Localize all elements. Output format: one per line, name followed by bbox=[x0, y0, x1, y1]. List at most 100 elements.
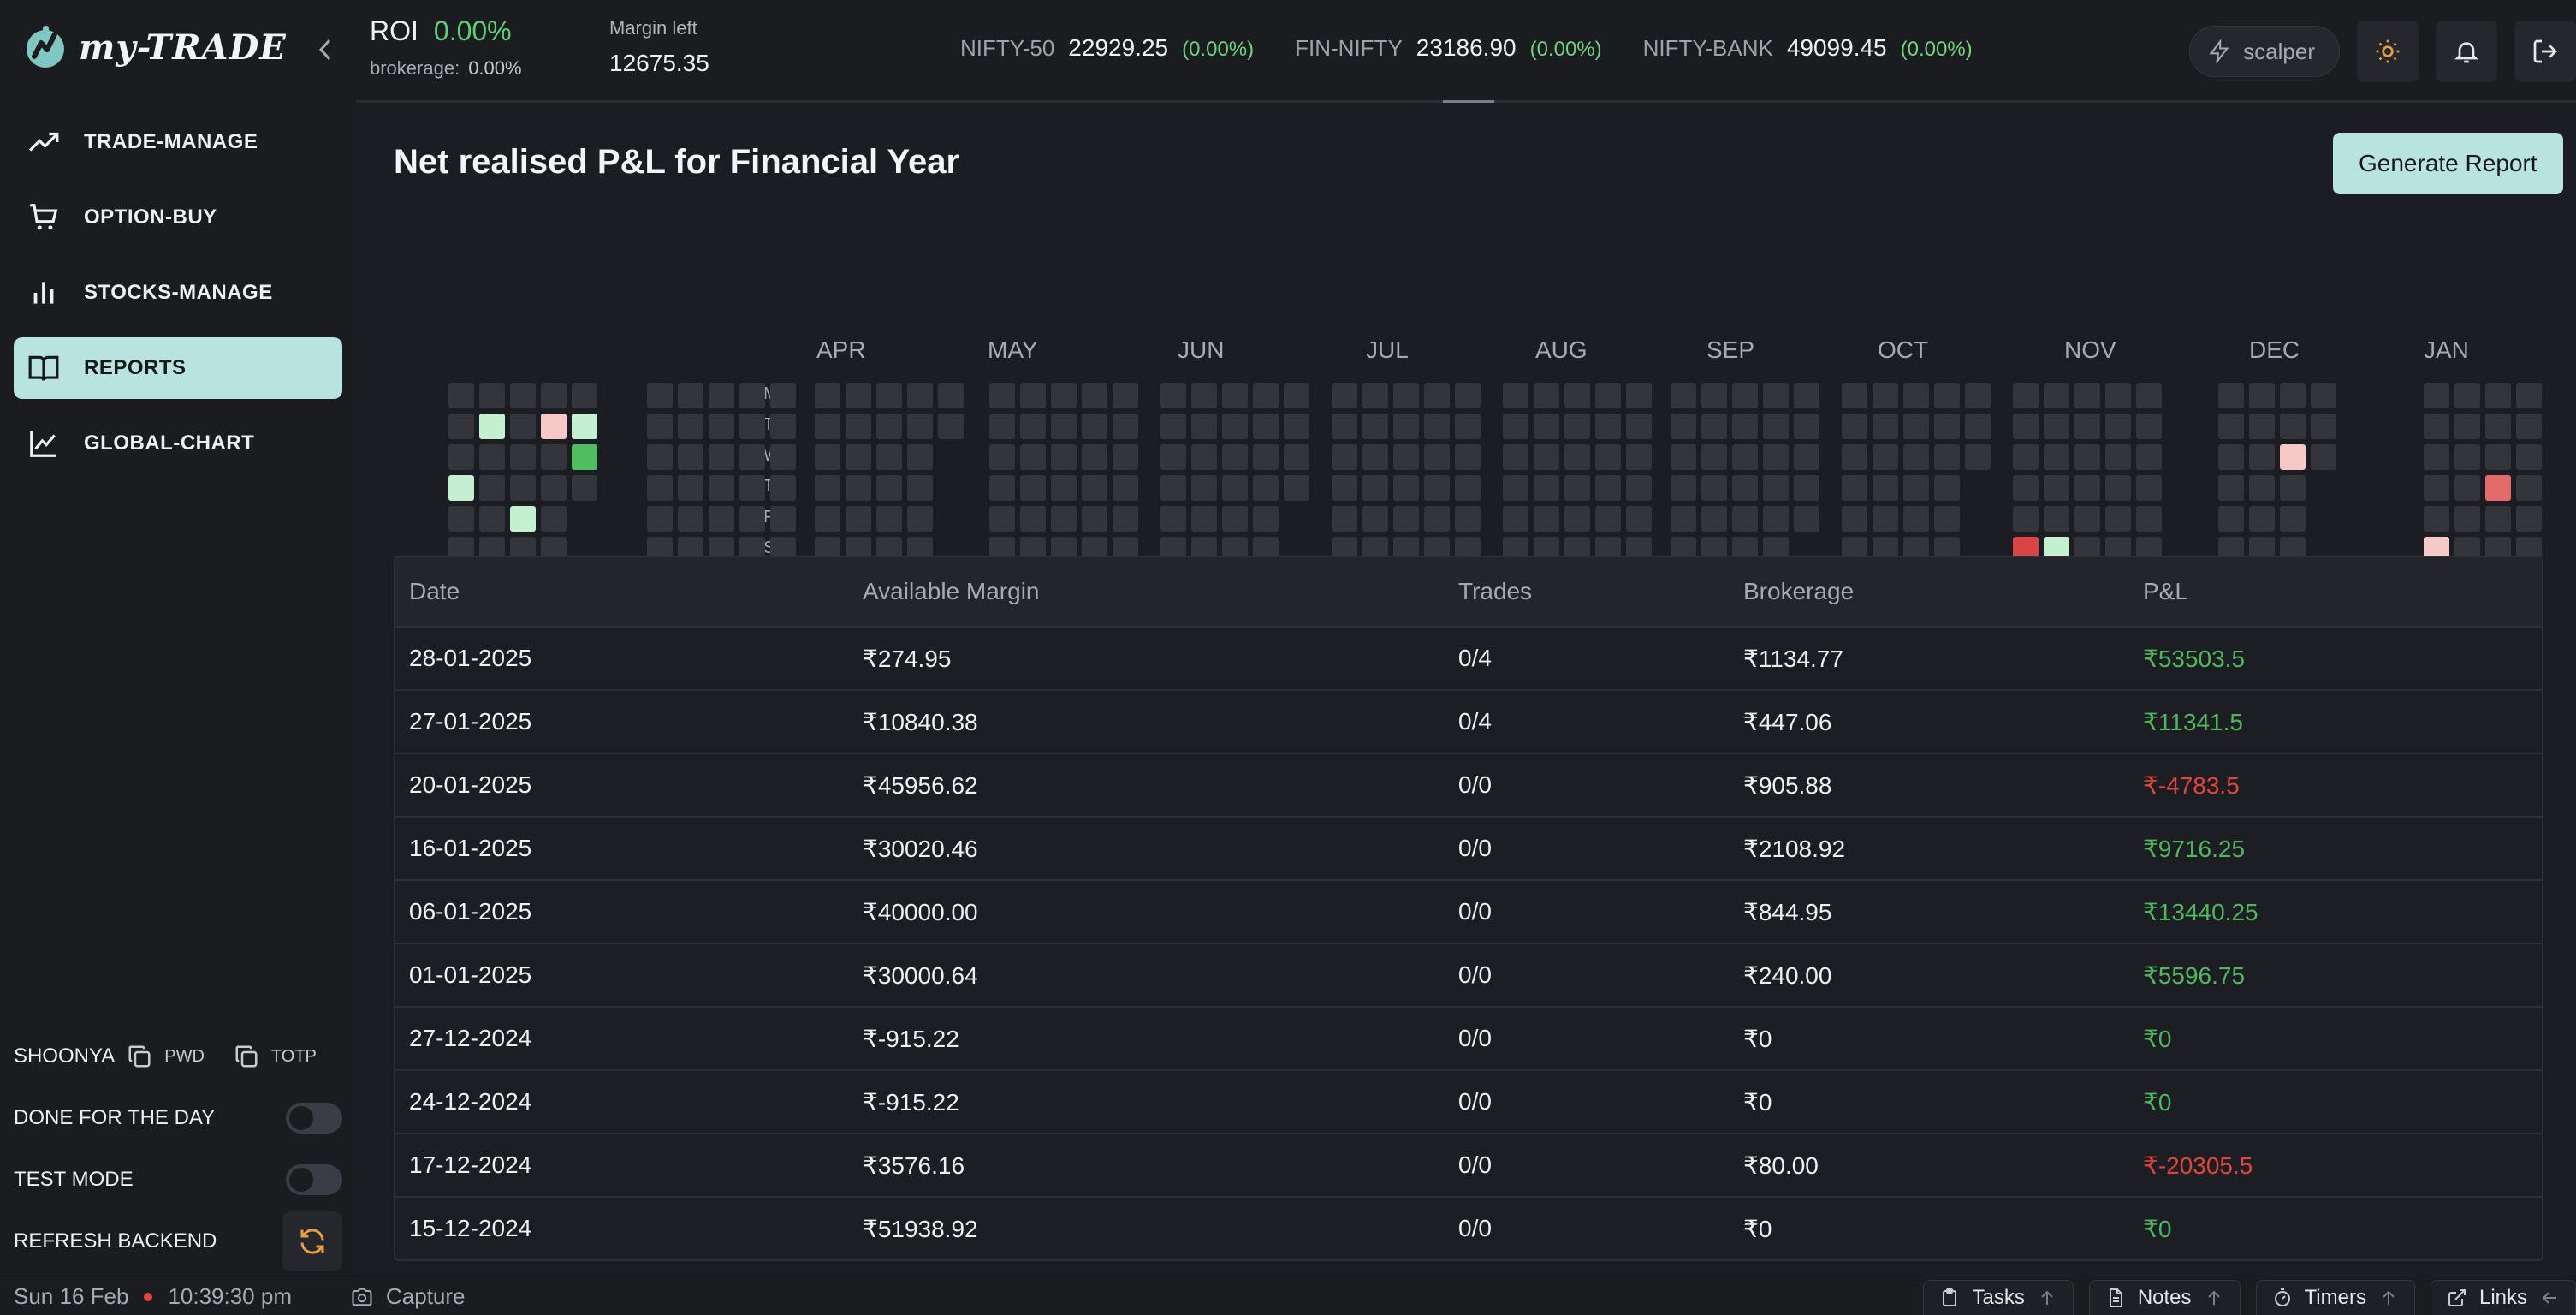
heatmap-day-cell[interactable] bbox=[1160, 444, 1186, 470]
heatmap-day-cell[interactable] bbox=[907, 444, 933, 470]
heatmap-day-cell[interactable] bbox=[1332, 444, 1357, 470]
heatmap-day-cell[interactable] bbox=[876, 475, 902, 501]
sidebar-item-trade-manage[interactable]: TRADE-MANAGE bbox=[14, 111, 342, 173]
heatmap-day-cell[interactable] bbox=[2218, 475, 2244, 501]
heatmap-day-cell[interactable] bbox=[2516, 414, 2542, 439]
heatmap-day-cell[interactable] bbox=[938, 383, 964, 408]
heatmap-day-cell[interactable] bbox=[1564, 506, 1590, 532]
heatmap-day-cell[interactable] bbox=[1595, 414, 1621, 439]
heatmap-day-cell[interactable] bbox=[1794, 475, 1819, 501]
heatmap-day-cell[interactable] bbox=[510, 414, 536, 439]
column-header-pnl[interactable]: P&L bbox=[2129, 578, 2542, 605]
heatmap-day-cell[interactable] bbox=[2485, 475, 2511, 501]
heatmap-day-cell[interactable] bbox=[709, 506, 734, 532]
heatmap-day-cell[interactable] bbox=[1934, 475, 1960, 501]
heatmap-day-cell[interactable] bbox=[678, 506, 703, 532]
heatmap-day-cell[interactable] bbox=[1284, 383, 1309, 408]
heatmap-day-cell[interactable] bbox=[2136, 414, 2162, 439]
heatmap-day-cell[interactable] bbox=[2516, 475, 2542, 501]
heatmap-day-cell[interactable] bbox=[1191, 383, 1217, 408]
heatmap-day-cell[interactable] bbox=[1903, 444, 1929, 470]
table-row[interactable]: 17-12-2024 ₹3576.16 0/0 ₹80.00 ₹-20305.5 bbox=[395, 1133, 2542, 1196]
heatmap-day-cell[interactable] bbox=[1701, 506, 1727, 532]
logout-button[interactable] bbox=[2514, 21, 2576, 82]
heatmap-day-cell[interactable] bbox=[1191, 414, 1217, 439]
heatmap-day-cell[interactable] bbox=[2044, 506, 2069, 532]
heatmap-day-cell[interactable] bbox=[1732, 506, 1758, 532]
heatmap-day-cell[interactable] bbox=[1564, 383, 1590, 408]
heatmap-day-cell[interactable] bbox=[1763, 475, 1789, 501]
heatmap-day-cell[interactable] bbox=[989, 414, 1015, 439]
heatmap-day-cell[interactable] bbox=[876, 414, 902, 439]
heatmap-day-cell[interactable] bbox=[1455, 414, 1481, 439]
heatmap-day-cell[interactable] bbox=[846, 475, 871, 501]
heatmap-day-cell[interactable] bbox=[2013, 475, 2039, 501]
heatmap-day-cell[interactable] bbox=[2516, 506, 2542, 532]
heatmap-day-cell[interactable] bbox=[2136, 383, 2162, 408]
heatmap-day-cell[interactable] bbox=[1284, 475, 1309, 501]
heatmap-day-cell[interactable] bbox=[1082, 414, 1107, 439]
heatmap-day-cell[interactable] bbox=[815, 475, 840, 501]
heatmap-day-cell[interactable] bbox=[1934, 383, 1960, 408]
done-for-day-toggle[interactable] bbox=[286, 1103, 342, 1134]
heatmap-day-cell[interactable] bbox=[1903, 383, 1929, 408]
heatmap-day-cell[interactable] bbox=[1873, 506, 1898, 532]
heatmap-day-cell[interactable] bbox=[815, 444, 840, 470]
heatmap-day-cell[interactable] bbox=[846, 444, 871, 470]
table-row[interactable]: 24-12-2024 ₹-915.22 0/0 ₹0 ₹0 bbox=[395, 1069, 2542, 1133]
heatmap-day-cell[interactable] bbox=[2105, 383, 2131, 408]
heatmap-day-cell[interactable] bbox=[2074, 414, 2100, 439]
heatmap-day-cell[interactable] bbox=[647, 475, 673, 501]
heatmap-day-cell[interactable] bbox=[678, 475, 703, 501]
heatmap-day-cell[interactable] bbox=[1794, 506, 1819, 532]
heatmap-day-cell[interactable] bbox=[1873, 414, 1898, 439]
heatmap-day-cell[interactable] bbox=[1503, 383, 1528, 408]
heatmap-day-cell[interactable] bbox=[907, 414, 933, 439]
heatmap-day-cell[interactable] bbox=[510, 383, 536, 408]
heatmap-day-cell[interactable] bbox=[572, 414, 597, 439]
heatmap-day-cell[interactable] bbox=[709, 383, 734, 408]
heatmap-day-cell[interactable] bbox=[1020, 383, 1046, 408]
heatmap-day-cell[interactable] bbox=[2424, 506, 2449, 532]
notifications-button[interactable] bbox=[2436, 21, 2497, 82]
heatmap-day-cell[interactable] bbox=[1595, 506, 1621, 532]
heatmap-day-cell[interactable] bbox=[541, 414, 567, 439]
heatmap-day-cell[interactable] bbox=[989, 506, 1015, 532]
heatmap-day-cell[interactable] bbox=[1253, 475, 1279, 501]
heatmap-day-cell[interactable] bbox=[448, 444, 474, 470]
sidebar-item-stocks-manage[interactable]: STOCKS-MANAGE bbox=[14, 262, 342, 324]
test-mode-toggle[interactable] bbox=[286, 1164, 342, 1195]
heatmap-day-cell[interactable] bbox=[1965, 383, 1991, 408]
heatmap-day-cell[interactable] bbox=[2249, 414, 2275, 439]
heatmap-day-cell[interactable] bbox=[1842, 383, 1867, 408]
heatmap-day-cell[interactable] bbox=[739, 506, 765, 532]
heatmap-day-cell[interactable] bbox=[2516, 444, 2542, 470]
heatmap-day-cell[interactable] bbox=[2249, 506, 2275, 532]
heatmap-day-cell[interactable] bbox=[1934, 414, 1960, 439]
heatmap-day-cell[interactable] bbox=[1332, 383, 1357, 408]
heatmap-day-cell[interactable] bbox=[479, 383, 505, 408]
heatmap-day-cell[interactable] bbox=[2105, 444, 2131, 470]
heatmap-day-cell[interactable] bbox=[1564, 414, 1590, 439]
heatmap-day-cell[interactable] bbox=[907, 506, 933, 532]
heatmap-day-cell[interactable] bbox=[938, 414, 964, 439]
heatmap-day-cell[interactable] bbox=[2424, 475, 2449, 501]
heatmap-day-cell[interactable] bbox=[1051, 444, 1077, 470]
heatmap-day-cell[interactable] bbox=[1626, 444, 1652, 470]
heatmap-day-cell[interactable] bbox=[1191, 475, 1217, 501]
heatmap-day-cell[interactable] bbox=[1763, 383, 1789, 408]
heatmap-day-cell[interactable] bbox=[1082, 383, 1107, 408]
heatmap-day-cell[interactable] bbox=[1393, 444, 1419, 470]
heatmap-day-cell[interactable] bbox=[1873, 475, 1898, 501]
heatmap-day-cell[interactable] bbox=[2218, 414, 2244, 439]
heatmap-day-cell[interactable] bbox=[2311, 444, 2336, 470]
capture-button[interactable]: Capture bbox=[350, 1283, 466, 1310]
table-row[interactable]: 15-12-2024 ₹51938.92 0/0 ₹0 ₹0 bbox=[395, 1196, 2542, 1259]
heatmap-day-cell[interactable] bbox=[1732, 383, 1758, 408]
table-row[interactable]: 27-12-2024 ₹-915.22 0/0 ₹0 ₹0 bbox=[395, 1006, 2542, 1069]
heatmap-day-cell[interactable] bbox=[1732, 414, 1758, 439]
heatmap-day-cell[interactable] bbox=[448, 383, 474, 408]
heatmap-day-cell[interactable] bbox=[1626, 506, 1652, 532]
notes-tab[interactable]: Notes bbox=[2088, 1280, 2241, 1315]
heatmap-day-cell[interactable] bbox=[2136, 506, 2162, 532]
